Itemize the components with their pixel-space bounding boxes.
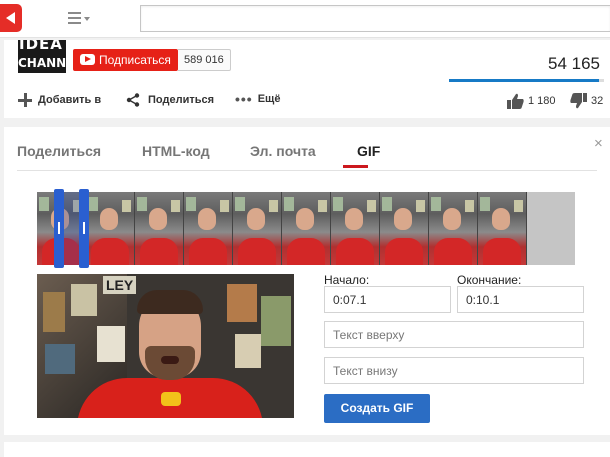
video-owner-card: IDEA CHANNEL Подписаться 589 016 54 165 … <box>4 40 610 118</box>
close-icon[interactable]: × <box>594 135 603 152</box>
add-to-button[interactable]: Добавить в <box>18 93 101 107</box>
tab-embed[interactable]: HTML-код <box>142 143 210 159</box>
preview-poster-text: LEY <box>103 276 137 294</box>
tab-share[interactable]: Поделиться <box>17 143 101 159</box>
end-time-label: Окончание: <box>457 273 522 287</box>
like-button[interactable]: 1 180 <box>507 93 556 109</box>
subscribe-label: Подписаться <box>99 53 171 67</box>
channel-logo-line2: CHANNEL <box>18 56 66 70</box>
plus-icon <box>18 93 32 107</box>
end-time-input[interactable] <box>457 286 584 313</box>
preview-shirt-logo <box>161 392 181 406</box>
gif-end-handle[interactable] <box>79 189 89 268</box>
gif-start-handle[interactable] <box>54 189 64 268</box>
guide-menu-icon[interactable] <box>68 12 90 26</box>
like-count: 1 180 <box>528 95 556 107</box>
dislike-button[interactable]: 32 <box>570 93 603 109</box>
top-text-input[interactable] <box>324 321 584 348</box>
share-panel: Поделиться HTML-код Эл. почта GIF × LEY … <box>4 127 610 435</box>
masthead <box>0 0 610 38</box>
filmstrip-frame <box>86 192 135 265</box>
youtube-play-icon <box>80 54 95 65</box>
filmstrip-frames <box>37 192 527 265</box>
preview-poster <box>261 296 291 346</box>
filmstrip-frame <box>135 192 184 265</box>
filmstrip-frame <box>429 192 478 265</box>
action-bar: Добавить в Поделиться ••• Ещё 1 180 32 <box>4 90 610 112</box>
share-icon <box>126 93 140 107</box>
thumb-up-icon <box>507 93 524 109</box>
bottom-text-input[interactable] <box>324 357 584 384</box>
thumb-down-icon <box>570 93 587 109</box>
channel-logo-line1: IDEA <box>19 40 63 53</box>
next-card <box>4 442 610 457</box>
preview-poster <box>235 334 261 368</box>
more-dots-icon: ••• <box>235 91 253 107</box>
preview-poster <box>97 326 125 362</box>
add-to-label: Добавить в <box>38 94 102 106</box>
preview-poster <box>43 292 65 332</box>
like-dislike-bar <box>449 79 604 82</box>
start-time-input[interactable] <box>324 286 451 313</box>
filmstrip-frame <box>331 192 380 265</box>
search-input[interactable] <box>140 5 610 32</box>
filmstrip-frame <box>184 192 233 265</box>
view-count: 54 165 <box>548 54 600 73</box>
gif-preview-video[interactable]: LEY <box>37 274 294 418</box>
filmstrip-frame <box>380 192 429 265</box>
gif-filmstrip[interactable] <box>37 192 575 265</box>
like-ratio-fill <box>449 79 600 82</box>
preview-person-hair <box>137 290 203 314</box>
share-tabs: Поделиться HTML-код Эл. почта GIF <box>17 143 597 171</box>
preview-poster <box>227 284 257 322</box>
preview-poster <box>45 344 75 374</box>
share-label: Поделиться <box>148 94 215 106</box>
filmstrip-frame <box>282 192 331 265</box>
more-label: Ещё <box>257 93 281 105</box>
create-gif-button[interactable]: Создать GIF <box>324 394 430 423</box>
filmstrip-empty-area <box>527 192 575 265</box>
filmstrip-frame <box>233 192 282 265</box>
tab-gif[interactable]: GIF <box>357 143 380 159</box>
subscribe-button[interactable]: Подписаться <box>73 49 178 71</box>
preview-poster <box>71 284 97 316</box>
start-time-label: Начало: <box>324 273 370 287</box>
youtube-logo-icon[interactable] <box>0 4 22 32</box>
share-button[interactable]: Поделиться <box>126 93 214 107</box>
more-button[interactable]: ••• Ещё <box>235 91 281 107</box>
dislike-count: 32 <box>591 95 604 107</box>
channel-logo[interactable]: IDEA CHANNEL <box>18 40 66 73</box>
active-tab-indicator <box>343 165 368 168</box>
preview-person-mouth <box>161 356 179 364</box>
filmstrip-frame <box>478 192 527 265</box>
subscriber-count: 589 016 <box>178 49 231 71</box>
tab-email[interactable]: Эл. почта <box>250 143 316 159</box>
